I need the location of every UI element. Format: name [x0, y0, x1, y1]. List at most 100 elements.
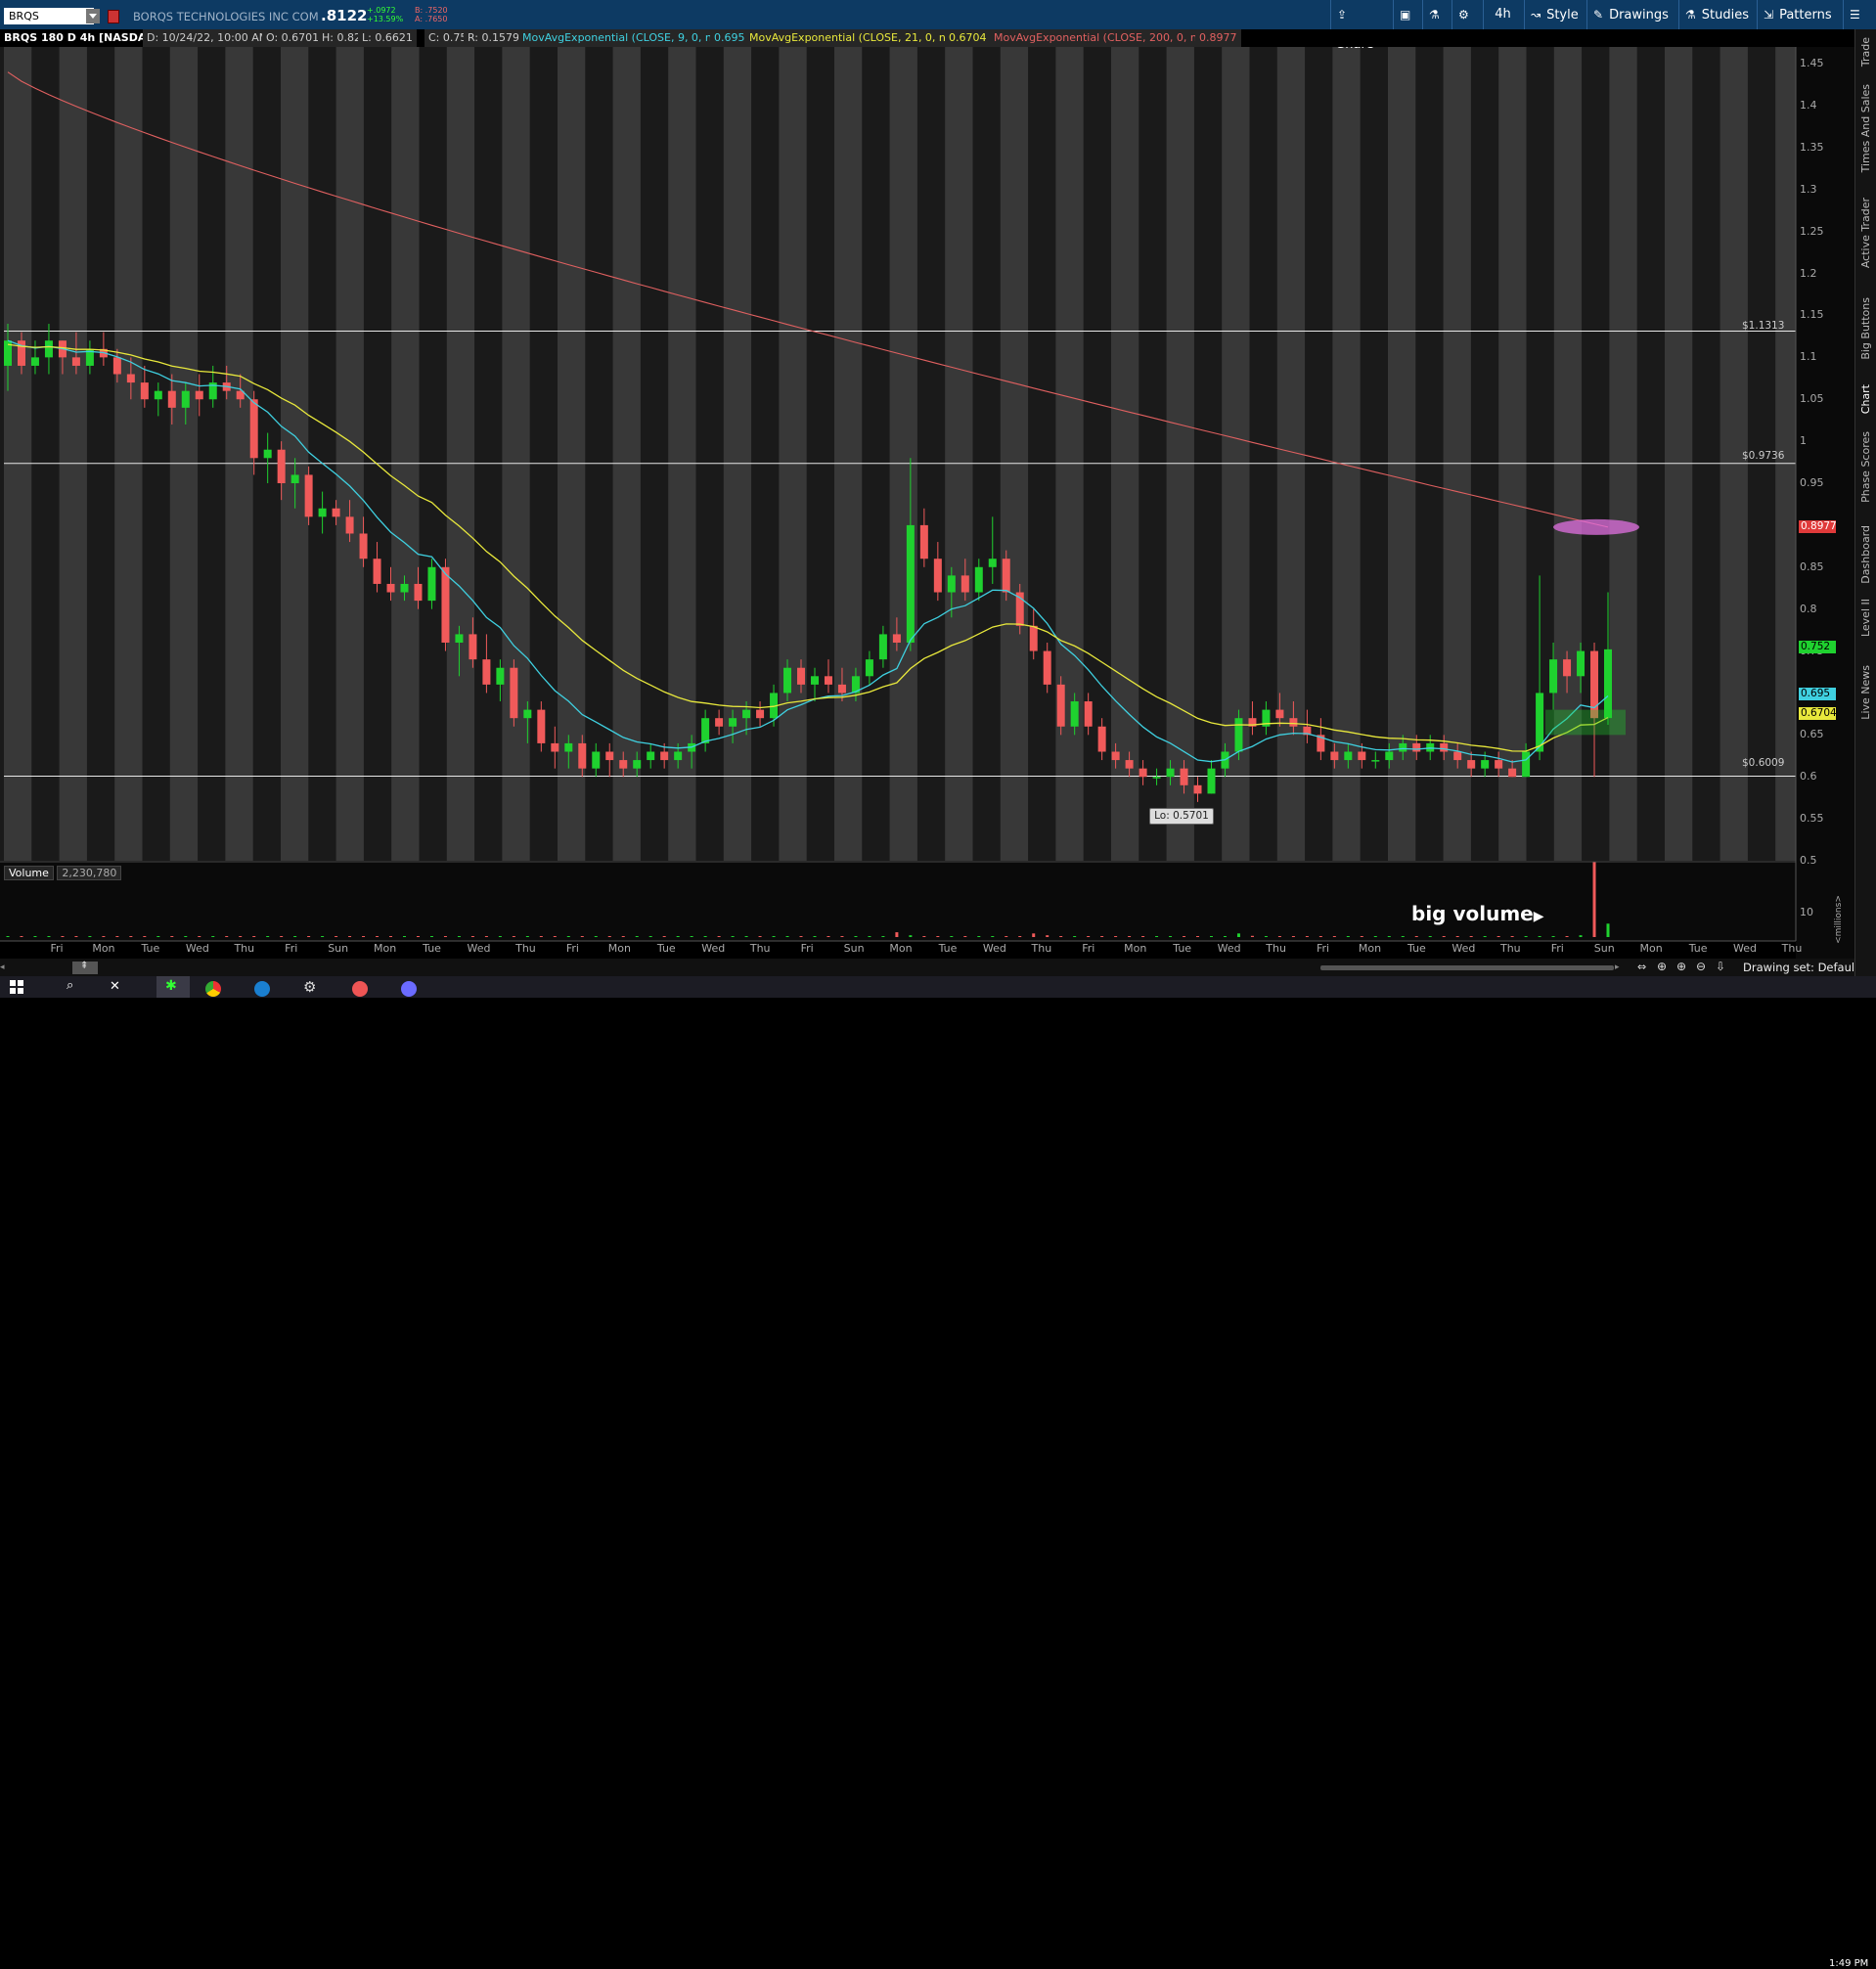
scroll-left-icon[interactable]: ◂: [0, 962, 5, 972]
candle-body: [195, 390, 203, 400]
time-tick-label: Tue: [423, 942, 441, 955]
app-icon[interactable]: [352, 981, 368, 997]
pct-change: +13.59%: [367, 15, 404, 23]
side-tab-level-ii[interactable]: Level II: [1859, 599, 1872, 637]
session-stripe: [1000, 47, 1029, 861]
zoom-out-icon[interactable]: ⊖: [1696, 960, 1706, 973]
volume-bar: [307, 936, 311, 937]
volume-bar: [1236, 933, 1240, 937]
settings-button[interactable]: ⚙: [1452, 0, 1483, 29]
time-tick-label: Mon: [607, 942, 631, 955]
side-tab-live-news[interactable]: Live News: [1859, 665, 1872, 720]
expand-icon[interactable]: ⇔: [1637, 961, 1646, 973]
session-stripe: [1665, 47, 1693, 861]
link-color-icon[interactable]: [108, 10, 119, 23]
volume-bar: [61, 936, 65, 937]
search-icon[interactable]: ⌕: [67, 978, 73, 993]
volume-bar: [881, 936, 885, 937]
volume-label[interactable]: Volume: [4, 866, 54, 880]
candle-body: [1549, 659, 1558, 694]
volume-bar: [156, 936, 160, 937]
candle-body: [373, 559, 381, 584]
studies-button[interactable]: ⚗ Studies: [1678, 0, 1757, 29]
candle-body: [674, 751, 683, 761]
side-tab-chart[interactable]: Chart: [1859, 384, 1872, 414]
ema9-label[interactable]: MovAvgExponential (CLOSE, 9, 0, no): [518, 29, 727, 47]
share-button[interactable]: ⇪Share: [1330, 0, 1393, 52]
menu-button[interactable]: ☰: [1843, 0, 1876, 29]
task-view-icon[interactable]: ✕: [110, 979, 120, 994]
candle-body: [865, 659, 873, 677]
screenshot-button[interactable]: ▣: [1393, 0, 1422, 29]
scroll-right-icon[interactable]: ▸: [1615, 962, 1620, 972]
volume-axis-tick: 10: [1800, 906, 1813, 918]
side-tab-big-buttons[interactable]: Big Buttons: [1859, 297, 1872, 360]
time-tick-label: Wed: [982, 942, 1006, 955]
price-chart[interactable]: [0, 0, 1876, 998]
patterns-button[interactable]: ⇲ Patterns: [1757, 0, 1843, 29]
horizontal-scrollbar[interactable]: [1320, 965, 1614, 970]
volume-bar: [922, 936, 926, 937]
side-tab-dashboard[interactable]: Dashboard: [1859, 525, 1872, 584]
time-tick-label: Mon: [1358, 942, 1382, 955]
volume-bar: [580, 936, 584, 937]
candle-body: [318, 508, 327, 517]
flask-button[interactable]: ⚗: [1422, 0, 1452, 29]
volume-bar: [457, 936, 461, 937]
volume-bar: [512, 936, 515, 937]
symbol-dropdown-icon[interactable]: [86, 9, 100, 23]
volume-bar: [6, 936, 10, 937]
session-stripe: [335, 47, 364, 861]
style-button[interactable]: ↝ Style: [1524, 0, 1586, 29]
timeframe-button[interactable]: 4h: [1483, 0, 1524, 29]
patterns-icon: ⇲: [1764, 8, 1774, 22]
drawing-set[interactable]: Drawing set: Default: [1743, 961, 1859, 974]
candle-body: [1166, 768, 1175, 778]
change-block: +.0972 +13.59%: [367, 6, 403, 23]
time-tick-label: Tue: [1173, 942, 1192, 955]
candle-body: [332, 508, 340, 517]
volume-bar: [566, 936, 570, 937]
candle-body: [1111, 751, 1120, 761]
thinkorswim-app-button[interactable]: ✱: [156, 976, 190, 998]
ema200-label[interactable]: MovAvgExponential (CLOSE, 200, 0, no): [990, 29, 1212, 47]
windows-start-icon[interactable]: [10, 980, 23, 994]
ema200-highlight: [1553, 518, 1639, 535]
ema21-label[interactable]: MovAvgExponential (CLOSE, 21, 0, no): [745, 29, 960, 47]
price-tick-label: 0.95: [1800, 476, 1824, 490]
candle-body: [290, 474, 299, 484]
candle-body: [44, 340, 53, 358]
collapse-button[interactable]: ⇞: [72, 961, 98, 974]
side-tab-times-and-sales[interactable]: Times And Sales: [1859, 84, 1872, 172]
volume-bar: [539, 936, 543, 937]
side-tab-phase-scores[interactable]: Phase Scores: [1859, 431, 1872, 503]
crosshair-icon[interactable]: ⊕: [1657, 960, 1667, 973]
edge-icon[interactable]: [254, 981, 270, 997]
session-stripe: [114, 47, 143, 861]
side-tab-trade[interactable]: Trade: [1859, 37, 1872, 67]
candle-body: [578, 742, 587, 769]
discord-icon[interactable]: [401, 981, 417, 997]
price-tick-label: 1.1: [1800, 350, 1817, 364]
volume-bar: [977, 936, 981, 937]
volume-bar: [648, 936, 652, 937]
volume-bar: [1128, 936, 1132, 937]
candle-body: [1139, 768, 1147, 778]
level-label-3: $0.6009: [1742, 757, 1785, 769]
pin-icon[interactable]: ⇩: [1716, 960, 1725, 973]
settings-gear-icon[interactable]: ⚙: [303, 978, 316, 996]
time-tick-label: Thu: [1499, 942, 1521, 955]
time-tick-label: Sun: [328, 942, 349, 955]
volume-bar: [1318, 936, 1322, 937]
volume-bar: [1442, 936, 1446, 937]
chrome-icon[interactable]: [205, 981, 221, 997]
drawings-button[interactable]: ✎ Drawings: [1586, 0, 1678, 29]
candle-body: [1275, 709, 1284, 719]
pencil-icon: ✎: [1593, 8, 1604, 22]
candle-body: [837, 684, 846, 694]
zoom-in-icon[interactable]: ⊕: [1676, 960, 1686, 973]
volume-bar: [1100, 936, 1104, 937]
symbol-input[interactable]: BRQS: [4, 8, 94, 24]
side-tab-active-trader[interactable]: Active Trader: [1859, 198, 1872, 268]
last-price: .8122: [321, 7, 368, 24]
